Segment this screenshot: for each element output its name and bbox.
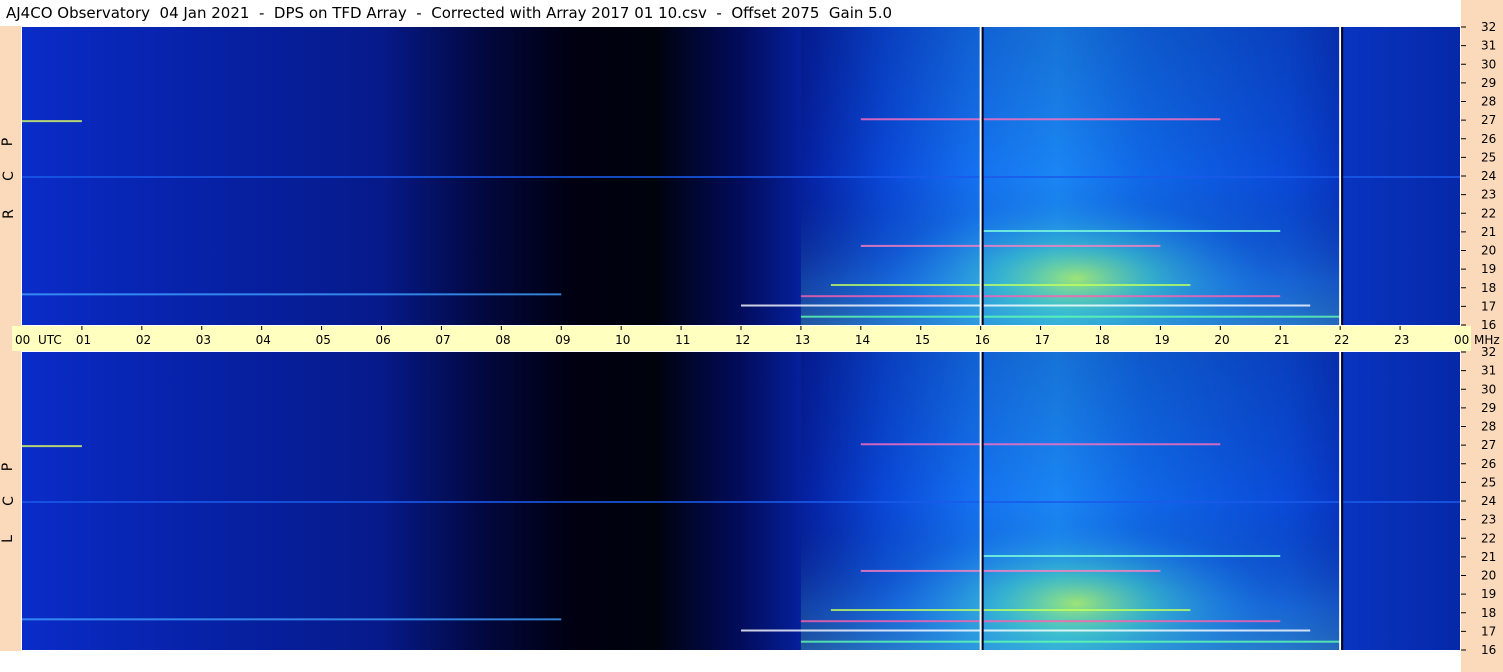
freq-tick-label: 32 — [1481, 20, 1496, 34]
freq-tick-label: 29 — [1481, 76, 1496, 90]
freq-tick-label: 25 — [1481, 150, 1496, 164]
time-tick-label: 18 — [1095, 333, 1110, 347]
freq-tick-label: 27 — [1481, 438, 1496, 452]
freq-tick-label: 20 — [1481, 244, 1496, 258]
time-tick-label: 00 — [15, 333, 30, 347]
freq-tick-label: 17 — [1481, 299, 1496, 313]
freq-tick-label: 25 — [1481, 475, 1496, 489]
time-tick-label: 16 — [975, 333, 990, 347]
time-tick-label: 07 — [435, 333, 450, 347]
time-tick-label: 04 — [256, 333, 271, 347]
freq-tick-label: 17 — [1481, 624, 1496, 638]
time-tick-label: 05 — [316, 333, 331, 347]
time-tick-label: 23 — [1394, 333, 1409, 347]
freq-tick-label: 24 — [1481, 494, 1496, 508]
freq-tick-label: 32 — [1481, 345, 1496, 359]
freq-tick-label: 23 — [1481, 188, 1496, 202]
freq-tick-label: 30 — [1481, 57, 1496, 71]
freq-tick-label: 18 — [1481, 281, 1496, 295]
freq-tick-label: 27 — [1481, 113, 1496, 127]
freq-tick-label: 22 — [1481, 531, 1496, 545]
freq-tick-label: 26 — [1481, 457, 1496, 471]
freq-tick-label: 19 — [1481, 262, 1496, 276]
freq-tick-label: 20 — [1481, 569, 1496, 583]
time-tick-label: 17 — [1035, 333, 1050, 347]
time-tick-label: 09 — [555, 333, 570, 347]
freq-tick-label: 31 — [1481, 364, 1496, 378]
time-tick-label: 19 — [1154, 333, 1169, 347]
time-tick-label: 15 — [915, 333, 930, 347]
time-tick-label: 02 — [136, 333, 151, 347]
freq-tick-label: 16 — [1481, 318, 1496, 332]
time-tick-label: 08 — [495, 333, 510, 347]
freq-tick-label: 22 — [1481, 206, 1496, 220]
time-tick-label: 01 — [76, 333, 91, 347]
time-tick-label: UTC — [38, 333, 62, 347]
time-tick-label: 10 — [615, 333, 630, 347]
time-tick-label: 22 — [1334, 333, 1349, 347]
freq-tick-label: 31 — [1481, 39, 1496, 53]
freq-tick-label: 24 — [1481, 169, 1496, 183]
freq-tick-label: 28 — [1481, 95, 1496, 109]
freq-tick-label: 21 — [1481, 225, 1496, 239]
freq-tick-label: 28 — [1481, 420, 1496, 434]
freq-tick-label: 16 — [1481, 643, 1496, 657]
freq-tick-label: 21 — [1481, 550, 1496, 564]
freq-tick-label: 29 — [1481, 401, 1496, 415]
freq-tick-label: 18 — [1481, 606, 1496, 620]
time-tick-label: 11 — [675, 333, 690, 347]
time-tick-label: 20 — [1214, 333, 1229, 347]
time-tick-label: 03 — [196, 333, 211, 347]
freq-tick-label: 23 — [1481, 513, 1496, 527]
time-tick-label: 12 — [735, 333, 750, 347]
time-tick-label: 14 — [855, 333, 870, 347]
axes-overlay: 00 UTC 01 02 03 04 05 06 07 08 09 10 11 12 13 14 15 16 17 1… — [15, 20, 1500, 657]
time-tick-label: 21 — [1274, 333, 1289, 347]
freq-tick-label: 26 — [1481, 132, 1496, 146]
time-tick-label: 13 — [795, 333, 810, 347]
freq-tick-label: 19 — [1481, 587, 1496, 601]
time-tick-label: 06 — [376, 333, 391, 347]
time-tick-label: 00 — [1454, 333, 1469, 347]
freq-tick-label: 30 — [1481, 382, 1496, 396]
